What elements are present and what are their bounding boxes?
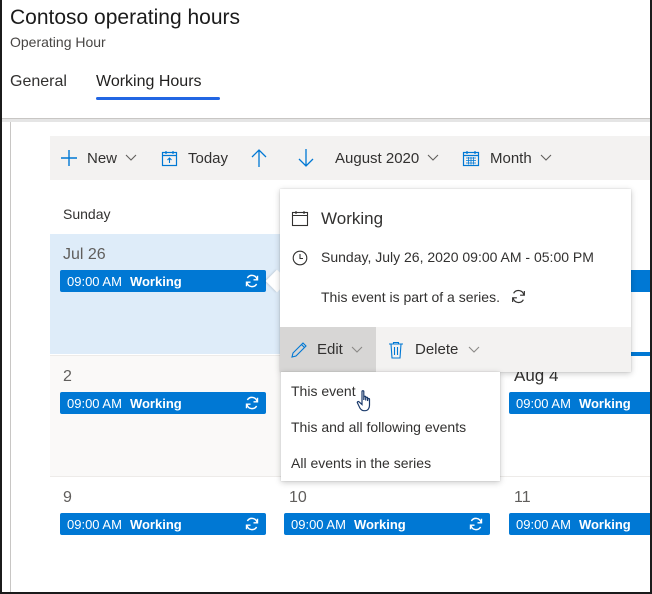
event-time: 09:00 AM — [67, 395, 122, 411]
period-label: August 2020 — [335, 149, 420, 167]
event-time: 09:00 AM — [67, 273, 122, 289]
edit-button[interactable]: Edit — [280, 327, 376, 372]
menu-item-all-in-series[interactable]: All events in the series — [291, 455, 431, 471]
recurrence-icon — [512, 289, 525, 304]
series-note-text: This event is part of a series. — [321, 288, 500, 305]
event-name: Working — [129, 273, 182, 289]
calendar-month-icon — [462, 150, 480, 166]
plus-icon — [61, 150, 77, 166]
event-time-range: Sunday, July 26, 2020 09:00 AM - 05:00 P… — [321, 249, 594, 265]
recurrence-icon — [245, 396, 259, 410]
recurrence-icon — [245, 274, 259, 288]
chevron-down-icon — [125, 154, 137, 161]
arrow-up-icon — [251, 149, 267, 167]
hand-pointer-cursor — [356, 390, 371, 412]
calendar-event[interactable]: 09:00 AM Working — [60, 392, 266, 414]
event-name: Working — [129, 395, 182, 411]
chevron-down-icon — [427, 154, 439, 161]
period-picker[interactable]: August 2020 — [335, 136, 439, 180]
app-window: Contoso operating hours Operating Hour G… — [0, 0, 652, 594]
recurrence-icon — [245, 517, 259, 531]
trash-icon — [389, 341, 403, 359]
delete-button[interactable]: Delete — [388, 327, 480, 372]
entity-type-label: Operating Hour — [10, 34, 106, 50]
recurrence-icon — [469, 517, 483, 531]
pencil-icon — [291, 341, 307, 358]
view-picker[interactable]: Month — [462, 136, 552, 180]
active-tab-indicator — [96, 97, 220, 100]
edit-options-menu: This event This and all following events… — [281, 372, 500, 481]
tab-general[interactable]: General — [10, 73, 67, 91]
page-title: Contoso operating hours — [10, 6, 240, 29]
calendar-event[interactable]: 09:00 AM Working — [284, 513, 490, 535]
new-button[interactable]: New — [60, 136, 137, 180]
cell-date: 10 — [289, 489, 307, 506]
today-label: Today — [188, 149, 229, 167]
chevron-down-icon — [540, 154, 552, 161]
calendar-event[interactable]: 09:00 AM Working — [509, 392, 650, 414]
calendar-icon — [291, 211, 309, 227]
clock-icon — [292, 250, 308, 266]
calendar-event[interactable]: 09:00 AM Working — [509, 513, 650, 535]
series-note: This event is part of a series. — [321, 288, 527, 305]
view-label: Month — [490, 149, 532, 167]
tab-working-hours[interactable]: Working Hours — [96, 73, 202, 91]
event-name: Working — [353, 516, 406, 532]
event-time: 09:00 AM — [516, 395, 571, 411]
event-time: 09:00 AM — [291, 516, 346, 532]
cell-date: 11 — [514, 489, 531, 506]
today-button[interactable]: Today — [161, 136, 228, 180]
event-time: 09:00 AM — [516, 516, 571, 532]
cell-date: Jul 26 — [63, 246, 106, 263]
event-name: Working — [578, 516, 631, 532]
edit-label: Edit — [317, 341, 343, 358]
event-details-callout: Working Sunday, July 26, 2020 09:00 AM -… — [280, 189, 631, 372]
event-name: Working — [578, 395, 631, 411]
arrow-down-icon — [298, 149, 314, 167]
calendar-event[interactable]: 09:00 AM Working — [60, 513, 266, 535]
cell-date: 2 — [63, 368, 72, 385]
weekday-header-sunday: Sunday — [63, 206, 111, 222]
new-label: New — [87, 149, 118, 167]
chevron-down-icon — [351, 346, 363, 353]
previous-button[interactable] — [250, 136, 268, 180]
menu-item-this-and-following[interactable]: This and all following events — [291, 419, 466, 435]
form-header: Contoso operating hours Operating Hour G… — [2, 0, 650, 118]
event-name: Working — [129, 516, 182, 532]
calendar-cell[interactable] — [50, 355, 280, 476]
event-title: Working — [321, 209, 384, 228]
menu-item-this-event[interactable]: This event — [291, 383, 356, 399]
next-button[interactable] — [297, 136, 315, 180]
calendar-today-icon — [161, 150, 178, 166]
calendar-toolbar: New Today August 2020 Month — [50, 136, 650, 180]
chevron-down-icon — [468, 346, 480, 353]
cell-date: 9 — [63, 489, 72, 506]
calendar-event[interactable]: 09:00 AM Working — [60, 270, 266, 292]
event-time: 09:00 AM — [67, 516, 122, 532]
callout-actions: Edit Delete — [280, 327, 631, 372]
delete-label: Delete — [415, 341, 459, 358]
